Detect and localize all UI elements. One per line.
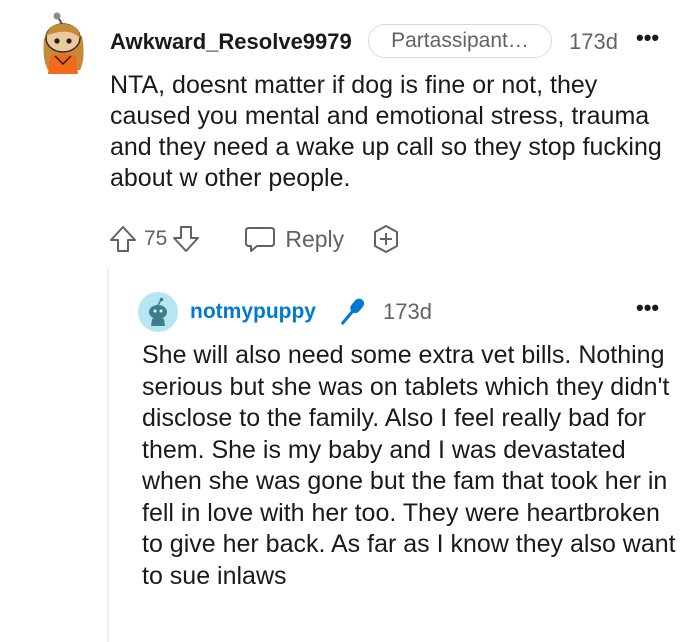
more-dots-icon: •••	[636, 295, 660, 320]
arrow-down-icon	[173, 226, 200, 252]
snoo-avatar-icon	[43, 12, 84, 74]
more-options-button[interactable]: •••	[636, 24, 659, 52]
avatar[interactable]	[36, 12, 90, 74]
reply-age: 173d	[383, 299, 432, 324]
op-badge	[334, 294, 370, 330]
reply-body: She will also need some extra vet bills.…	[142, 341, 676, 590]
award-button[interactable]	[370, 223, 402, 255]
snoo-avatar-icon	[138, 292, 178, 332]
comment-body: NTA, doesnt matter if dog is fine or not…	[110, 71, 662, 192]
user-flair: Partassipant…	[368, 24, 552, 58]
comment-author[interactable]: Awkward_Resolve9979	[110, 28, 352, 56]
award-plus-icon	[374, 225, 399, 253]
arrow-up-icon	[110, 226, 136, 252]
thread-line[interactable]	[107, 268, 109, 642]
reply-label: Reply	[285, 225, 345, 252]
more-options-button[interactable]: •••	[636, 294, 659, 322]
microphone-icon	[341, 298, 365, 325]
more-dots-icon: •••	[636, 25, 660, 50]
avatar[interactable]	[138, 292, 178, 332]
upvote-button[interactable]	[108, 224, 138, 254]
chat-bubble-icon	[245, 227, 276, 252]
comment-age: 173d	[569, 29, 618, 54]
reply-button[interactable]: Reply	[243, 224, 344, 254]
reply-author[interactable]: notmypuppy	[190, 298, 316, 326]
vote-score: 75	[144, 227, 168, 250]
comment-actions: 75 Reply	[108, 220, 402, 258]
downvote-button[interactable]	[171, 224, 201, 254]
